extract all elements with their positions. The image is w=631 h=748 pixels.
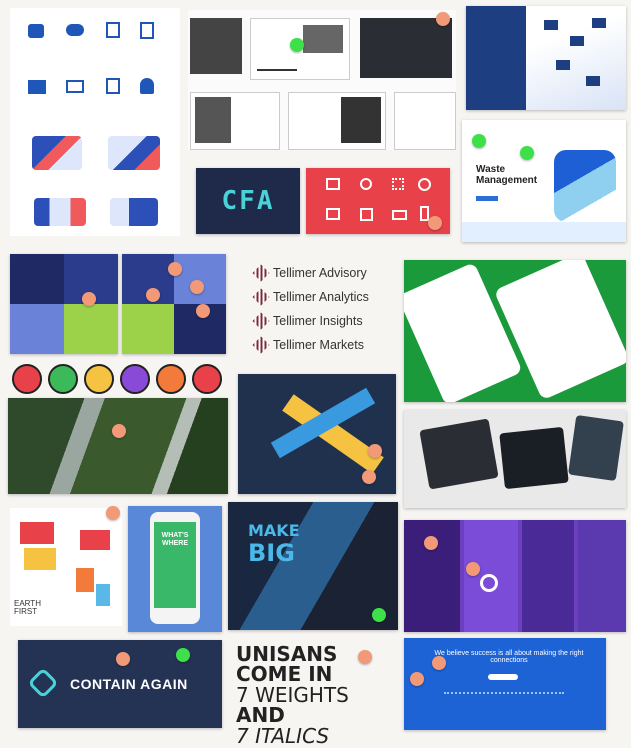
contain-logo-icon bbox=[27, 667, 59, 699]
spread-page bbox=[360, 18, 452, 78]
contain-again-label: CONTAIN AGAIN bbox=[70, 676, 188, 692]
marker-dot bbox=[106, 506, 120, 520]
marker-dot bbox=[466, 562, 480, 576]
illustration-people bbox=[32, 136, 82, 170]
aerial-river-photo bbox=[8, 398, 228, 494]
tellimer-logo-icon bbox=[252, 288, 270, 306]
marker-dot bbox=[372, 608, 386, 622]
marker-dot bbox=[290, 38, 304, 52]
purple-posters bbox=[404, 520, 626, 632]
marker-dot bbox=[176, 648, 190, 662]
card-icon bbox=[66, 80, 84, 93]
tellimer-logo-icon bbox=[252, 336, 270, 354]
document-icon bbox=[140, 22, 154, 39]
sticker-badge bbox=[120, 364, 150, 394]
presentation-icon bbox=[326, 208, 340, 220]
waste-management-page: Waste Management bbox=[462, 120, 626, 242]
sticker-badge bbox=[84, 364, 114, 394]
spread-page bbox=[394, 92, 456, 150]
unisans-type-sample: UNISANS COME IN 7 WEIGHTS AND 7 ITALICS bbox=[236, 642, 349, 748]
card-edit-icon bbox=[392, 210, 407, 220]
marker-dot bbox=[146, 288, 160, 302]
marker-dot bbox=[520, 146, 534, 160]
tellimer-item-markets: Tellimer Markets bbox=[252, 336, 364, 354]
file-icon bbox=[106, 78, 120, 94]
connections-cta-button[interactable] bbox=[488, 674, 518, 680]
make-big-text: MAKE BIG bbox=[248, 521, 300, 567]
marker-dot bbox=[168, 262, 182, 276]
sticker-badge bbox=[156, 364, 186, 394]
marker-dot bbox=[436, 12, 450, 26]
geometric-poster-left bbox=[10, 254, 118, 354]
waste-title: Waste Management bbox=[476, 164, 538, 186]
marker-dot bbox=[362, 470, 376, 484]
marker-dot bbox=[428, 216, 442, 230]
sticker-badge bbox=[192, 364, 222, 394]
illustration-laptop bbox=[110, 198, 158, 226]
marker-dot bbox=[358, 650, 372, 664]
spread-page bbox=[190, 18, 242, 74]
cfa-logo-card: CFA bbox=[196, 168, 300, 234]
tellimer-logo-icon bbox=[252, 264, 270, 282]
connections-text: We believe success is all about making t… bbox=[434, 650, 584, 664]
brochure-photo bbox=[466, 6, 626, 110]
packaging-earth-first: EARTH FIRST bbox=[10, 508, 122, 626]
connections-hero: We believe success is all about making t… bbox=[404, 638, 606, 730]
coin-icon bbox=[418, 178, 431, 191]
sticker-badge bbox=[48, 364, 78, 394]
id-icon bbox=[360, 208, 373, 221]
phone-icon bbox=[420, 206, 429, 221]
earth-first-logo: EARTH FIRST bbox=[14, 599, 41, 616]
marker-dot bbox=[368, 444, 382, 458]
tellimer-item-analytics: Tellimer Analytics bbox=[252, 288, 369, 306]
tellimer-item-insights: Tellimer Insights bbox=[252, 312, 363, 330]
marker-dot bbox=[424, 536, 438, 550]
marker-dot bbox=[472, 134, 486, 148]
link-chain-icon bbox=[480, 574, 498, 592]
grid-icon bbox=[392, 178, 404, 190]
tellimer-item-advisory: Tellimer Advisory bbox=[252, 264, 367, 282]
tellimer-logo-icon bbox=[252, 312, 270, 330]
icon-set-board bbox=[10, 8, 180, 236]
spread-page bbox=[288, 92, 386, 150]
marker-dot bbox=[82, 292, 96, 306]
illustration-desk bbox=[108, 136, 160, 170]
magazine-spreads bbox=[188, 10, 456, 150]
marker-dot bbox=[112, 424, 126, 438]
illustration-meeting bbox=[34, 198, 86, 226]
cloud-icon bbox=[66, 24, 84, 36]
monitor-icon bbox=[28, 80, 46, 94]
user-icon bbox=[140, 78, 154, 94]
award-icon bbox=[360, 178, 372, 190]
house-icon bbox=[106, 22, 120, 38]
marker-dot bbox=[432, 656, 446, 670]
waste-illustration bbox=[554, 150, 616, 222]
cfa-logo: CFA bbox=[221, 186, 275, 216]
marker-dot bbox=[410, 672, 424, 686]
waste-cta-button[interactable] bbox=[476, 196, 498, 201]
whats-where-phone: WHAT'S WHERE bbox=[128, 506, 222, 632]
marker-dot bbox=[116, 652, 130, 666]
list-icon bbox=[326, 178, 340, 190]
tablet-mockups bbox=[404, 410, 626, 508]
marker-dot bbox=[190, 280, 204, 294]
whats-where-title: WHAT'S WHERE bbox=[161, 532, 189, 547]
spread-page bbox=[190, 92, 280, 150]
sticker-badge bbox=[12, 364, 42, 394]
green-app-mockup bbox=[404, 260, 626, 402]
chat-icon bbox=[28, 24, 44, 38]
marker-dot bbox=[196, 304, 210, 318]
